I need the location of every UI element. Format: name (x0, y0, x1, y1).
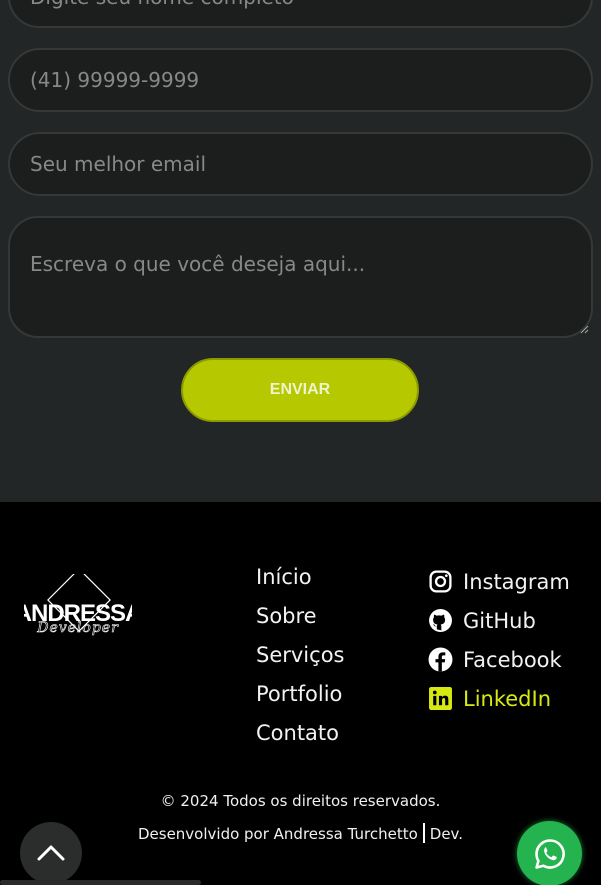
credit-line: Desenvolvido por Andressa Turchetto Dev. (0, 823, 601, 843)
brand-logo[interactable]: ANDRESSA Developer (15, 568, 143, 652)
whatsapp-button[interactable] (517, 821, 582, 885)
contact-form: Digite seu nome completo (41) 99999-9999… (0, 0, 601, 502)
email-placeholder: Seu melhor email (30, 152, 207, 176)
send-button[interactable]: ENVIAR (181, 358, 419, 422)
message-placeholder: Escreva o que você deseja aqui... (30, 252, 366, 276)
social-label-linkedin: LinkedIn (463, 686, 552, 711)
credit-text[interactable]: Desenvolvido por Andressa Turchetto (138, 825, 418, 843)
footer-nav: Início Sobre Serviços Portfolio Contato (256, 562, 344, 757)
resize-grip-icon[interactable] (580, 325, 589, 334)
instagram-icon (429, 570, 452, 593)
copyright-text: © 2024 Todos os direitos reservados. (160, 792, 441, 810)
linkedin-icon (429, 687, 452, 710)
social-label-instagram: Instagram (463, 569, 570, 594)
facebook-icon (428, 647, 453, 672)
nav-link-servicos[interactable]: Serviços (256, 640, 344, 679)
social-link-github[interactable]: GitHub (428, 601, 570, 640)
site-footer: ANDRESSA Developer Início Sobre Serviços… (0, 502, 601, 885)
nav-link-inicio[interactable]: Início (256, 562, 344, 601)
social-link-instagram[interactable]: Instagram (428, 562, 570, 601)
credit-role: Dev. (429, 825, 464, 843)
back-to-top-button[interactable] (20, 822, 82, 884)
horizontal-scrollbar[interactable] (0, 880, 201, 885)
github-icon (429, 609, 452, 632)
nav-link-sobre[interactable]: Sobre (256, 601, 344, 640)
credit-divider (422, 823, 425, 843)
message-textarea[interactable]: Escreva o que você deseja aqui... (8, 216, 593, 338)
social-label-facebook: Facebook (463, 647, 562, 672)
whatsapp-icon (534, 838, 565, 869)
email-input[interactable]: Seu melhor email (8, 132, 593, 196)
name-input[interactable]: Digite seu nome completo (8, 0, 593, 28)
social-link-facebook[interactable]: Facebook (428, 640, 570, 679)
phone-placeholder: (41) 99999-9999 (30, 68, 200, 92)
chevron-up-icon (37, 845, 65, 861)
logo-subtitle: Developer (36, 620, 119, 636)
social-links: Instagram GitHub Facebook LinkedIn (428, 562, 570, 718)
name-placeholder: Digite seu nome completo (30, 0, 294, 9)
social-link-linkedin[interactable]: LinkedIn (428, 679, 570, 718)
phone-input[interactable]: (41) 99999-9999 (8, 48, 593, 112)
nav-link-contato[interactable]: Contato (256, 718, 344, 757)
nav-link-portfolio[interactable]: Portfolio (256, 679, 344, 718)
social-label-github: GitHub (463, 608, 536, 633)
